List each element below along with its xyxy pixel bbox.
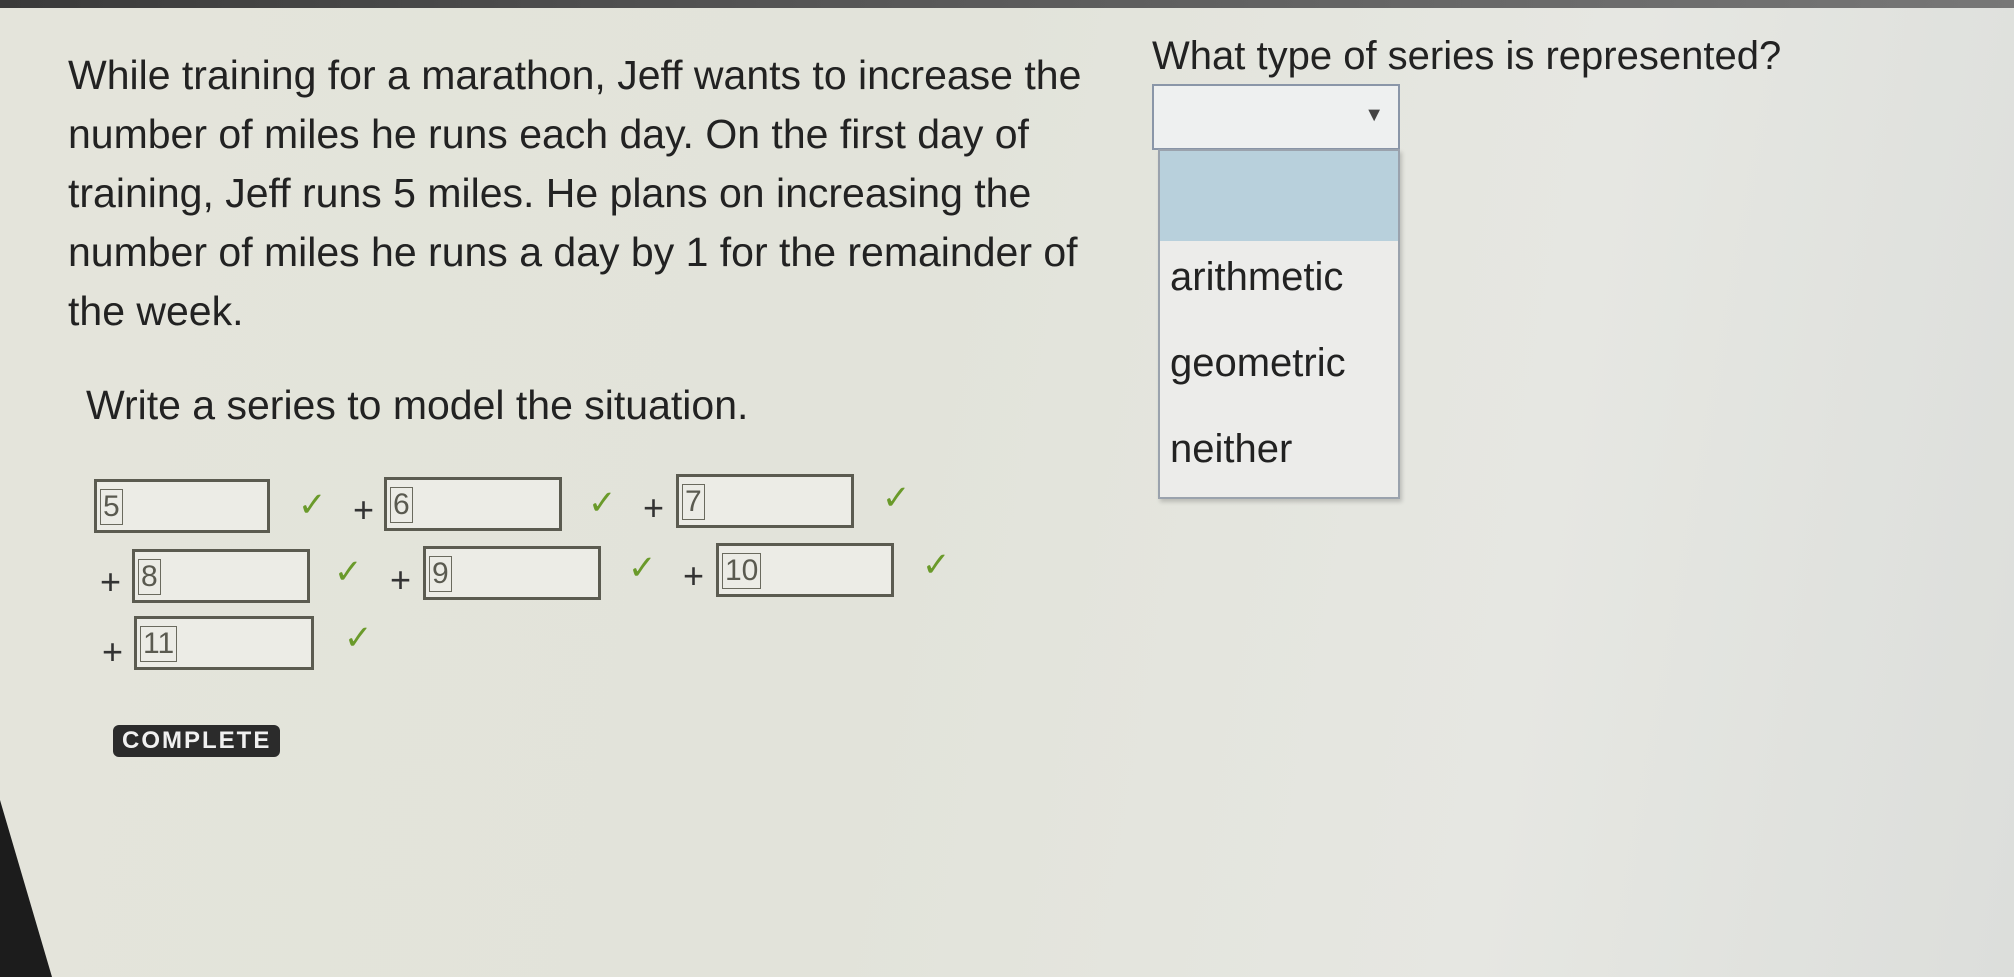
series-type-question: What type of series is represented? xyxy=(1152,34,1782,78)
screen: While training for a marathon, Jeff want… xyxy=(0,0,2014,977)
series-type-options: arithmetic geometric neither xyxy=(1158,149,1400,499)
complete-badge: COMPLETE xyxy=(113,725,281,757)
plus-sign: + xyxy=(353,489,375,530)
check-icon: ✓ xyxy=(882,479,911,517)
answer-input-3[interactable]: 7 xyxy=(676,474,854,528)
answer-value-2: 6 xyxy=(390,487,413,523)
series-type-select[interactable]: ▼ xyxy=(1152,84,1400,150)
plus-sign: + xyxy=(390,559,412,600)
check-icon: ✓ xyxy=(344,619,373,657)
check-icon: ✓ xyxy=(628,549,657,587)
answer-value-1: 5 xyxy=(100,489,123,525)
problem-prompt: While training for a marathon, Jeff want… xyxy=(68,52,1082,334)
answer-input-7[interactable]: 11 xyxy=(134,616,314,670)
answer-input-4[interactable]: 8 xyxy=(132,549,310,603)
option-neither[interactable]: neither xyxy=(1160,427,1398,472)
plus-sign: + xyxy=(683,555,705,596)
option-blank[interactable] xyxy=(1160,151,1398,241)
dropdown-arrow-icon[interactable]: ▼ xyxy=(1364,104,1384,127)
plus-sign: + xyxy=(100,561,122,602)
answer-value-4: 8 xyxy=(138,559,161,595)
plus-sign: + xyxy=(643,487,665,528)
plus-sign: + xyxy=(102,631,124,672)
check-icon: ✓ xyxy=(298,486,327,524)
answer-value-5: 9 xyxy=(429,556,452,592)
option-geometric[interactable]: geometric xyxy=(1160,341,1398,386)
answer-value-6: 10 xyxy=(722,553,762,589)
check-icon: ✓ xyxy=(922,546,951,584)
check-icon: ✓ xyxy=(588,484,617,522)
answer-input-6[interactable]: 10 xyxy=(716,543,894,597)
answer-input-2[interactable]: 6 xyxy=(384,477,562,531)
instruction-text: Write a series to model the situation. xyxy=(86,382,749,428)
answer-input-5[interactable]: 9 xyxy=(423,546,601,600)
option-arithmetic[interactable]: arithmetic xyxy=(1160,255,1398,300)
answer-input-1[interactable]: 5 xyxy=(94,479,270,533)
answer-value-7: 11 xyxy=(140,626,178,662)
answer-value-3: 7 xyxy=(682,484,705,520)
top-edge xyxy=(0,0,2014,8)
check-icon: ✓ xyxy=(334,553,363,591)
